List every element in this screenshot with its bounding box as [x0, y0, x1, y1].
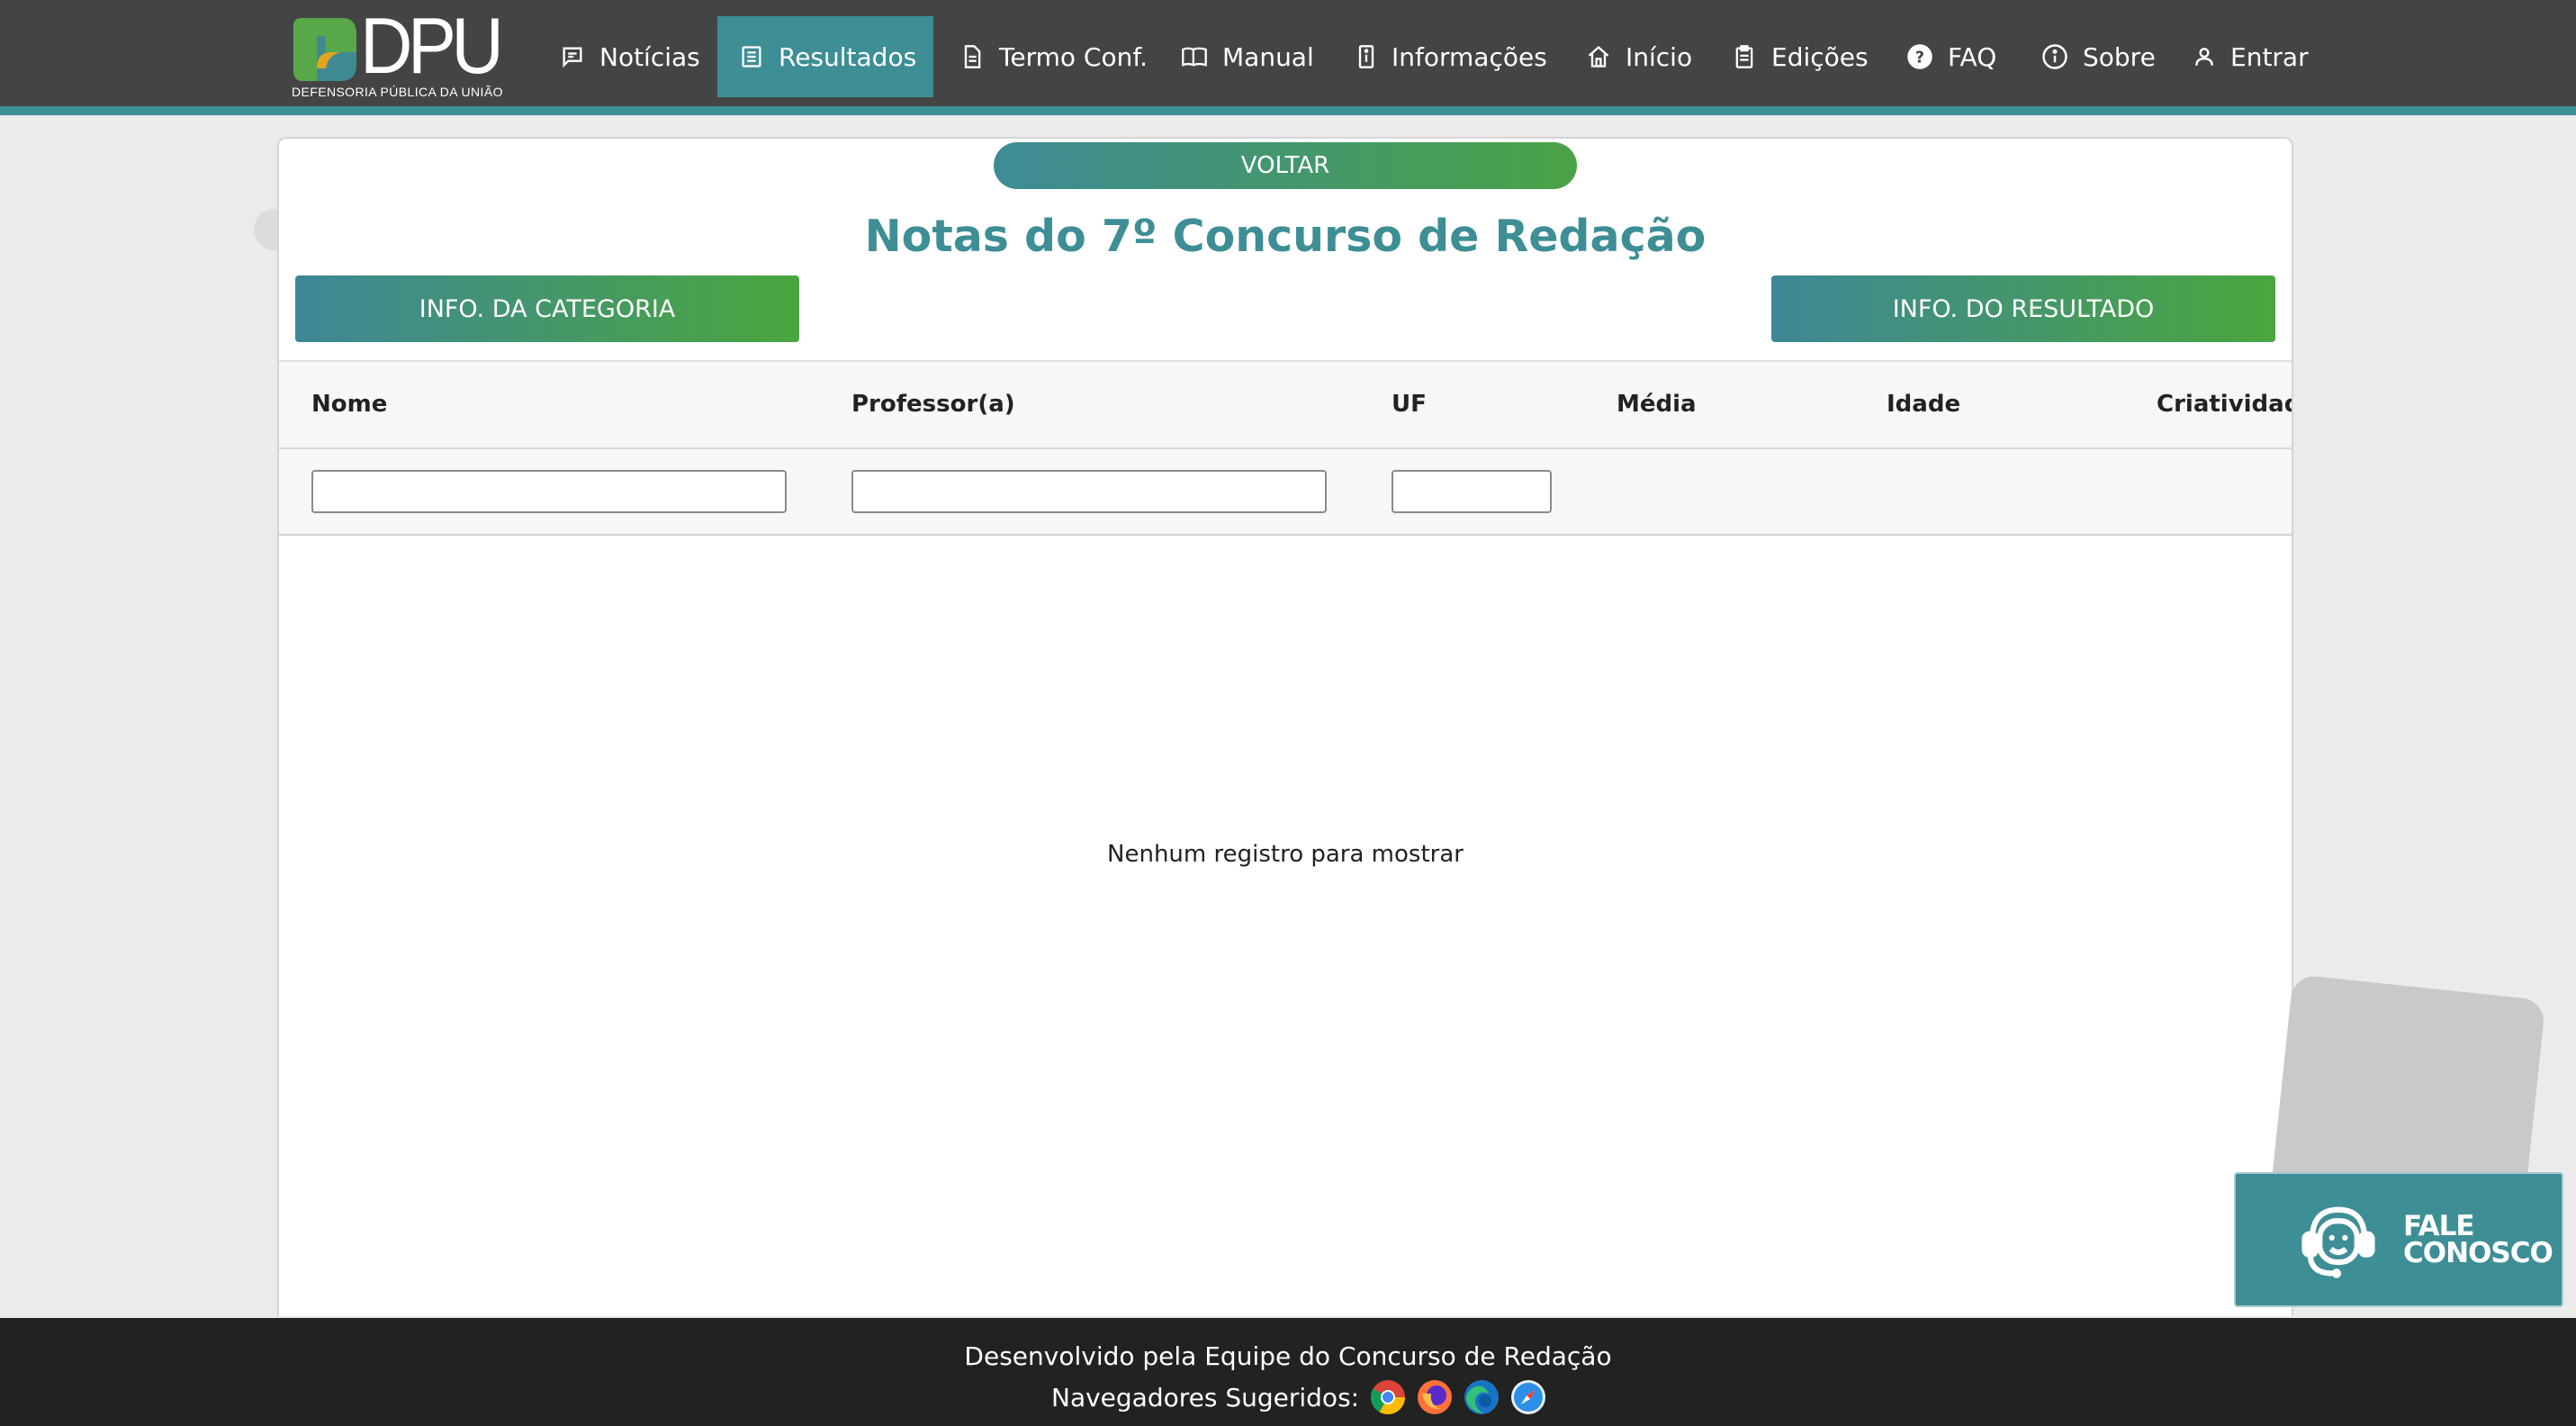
edge-icon[interactable] [1464, 1379, 1500, 1415]
column-header-nome[interactable]: Nome [311, 391, 387, 418]
filter-professor-input[interactable] [851, 470, 1327, 513]
dpu-logo[interactable]: DPU DEFENSORIA PÚBLICA DA UNIÃO [290, 1, 509, 99]
nav-faq-label: FAQ [1948, 41, 1997, 72]
logo-wordmark: DPU [360, 1, 504, 90]
nav-entrar[interactable]: Entrar [2171, 16, 2330, 97]
nav-faq[interactable]: ? FAQ [1885, 16, 2018, 97]
safari-icon[interactable] [1510, 1379, 1546, 1415]
column-header-media[interactable]: Média [1617, 391, 1697, 418]
empty-table-message: Nenhum registro para mostrar [1107, 841, 1464, 868]
info-doc-icon [1358, 45, 1374, 68]
logo-subtitle: DEFENSORIA PÚBLICA DA UNIÃO [292, 85, 503, 99]
column-header-professor[interactable]: Professor(a) [851, 391, 1015, 418]
document-icon [964, 45, 981, 68]
nav-termo-label: Termo Conf. [999, 41, 1148, 72]
contact-label-line2: CONOSCO [2403, 1237, 2553, 1269]
nav-sobre[interactable]: Sobre [2020, 16, 2177, 97]
header-divider [279, 447, 2292, 449]
page-title: Notas do 7º Concurso de Redação [864, 211, 1707, 262]
filter-nome-input[interactable] [311, 470, 787, 513]
filter-divider [279, 534, 2292, 536]
nav-entrar-label: Entrar [2230, 41, 2309, 72]
filter-uf-input[interactable] [1392, 470, 1552, 513]
category-info-button[interactable]: INFO. DA CATEGORIA [295, 275, 799, 342]
nav-noticias-label: Notícias [599, 41, 700, 72]
nav-edicoes-label: Edições [1771, 41, 1869, 72]
firefox-icon[interactable] [1417, 1379, 1453, 1415]
contact-button[interactable]: FALE CONOSCO [2234, 1172, 2563, 1307]
nav-inicio-label: Início [1626, 41, 1693, 72]
contact-label-line1: FALE [2403, 1210, 2475, 1242]
nav-sobre-label: Sobre [2083, 41, 2156, 72]
suggested-browsers-label: Navegadores Sugeridos: [1051, 1382, 1360, 1412]
nav-resultados[interactable]: Resultados [717, 16, 933, 97]
nav-resultados-label: Resultados [779, 41, 917, 72]
list-icon [742, 46, 761, 68]
nav-manual-label: Manual [1222, 41, 1314, 72]
svg-text:?: ? [1915, 49, 1924, 67]
nav-edicoes[interactable]: Edições [1710, 16, 1890, 97]
column-header-uf[interactable]: UF [1392, 391, 1427, 418]
column-header-criatividade[interactable]: Criatividade [2157, 391, 2292, 418]
help-icon: ? [1907, 44, 1932, 69]
message-icon [563, 47, 582, 68]
user-icon [2195, 48, 2213, 66]
top-navbar: DPU DEFENSORIA PÚBLICA DA UNIÃO Notícias… [0, 0, 2576, 115]
back-button[interactable]: VOLTAR [994, 142, 1577, 189]
nav-noticias[interactable]: Notícias [538, 16, 722, 97]
book-icon [1182, 47, 1207, 67]
nav-informacoes[interactable]: Informações [1334, 16, 1569, 97]
dpu-logo-icon [293, 18, 356, 81]
nav-manual[interactable]: Manual [1159, 16, 1336, 97]
footer-credits: Desenvolvido pela Equipe do Concurso de … [964, 1341, 1612, 1371]
column-header-idade[interactable]: Idade [1887, 391, 1960, 418]
result-info-button[interactable]: INFO. DO RESULTADO [1771, 275, 2275, 342]
home-icon [1588, 45, 1609, 68]
suggested-browsers: Navegadores Sugeridos: [1051, 1377, 1546, 1417]
chrome-icon[interactable] [1370, 1379, 1406, 1415]
clipboard-icon [1735, 45, 1753, 68]
nav-inicio[interactable]: Início [1564, 16, 1714, 97]
footer: Desenvolvido pela Equipe do Concurso de … [0, 1318, 2576, 1426]
nav-termo[interactable]: Termo Conf. [938, 16, 1169, 97]
contact-label: FALE CONOSCO [2403, 1210, 2553, 1269]
info-icon [2042, 44, 2067, 69]
nav-informacoes-label: Informações [1392, 41, 1547, 72]
support-headset-icon [2301, 1206, 2375, 1278]
